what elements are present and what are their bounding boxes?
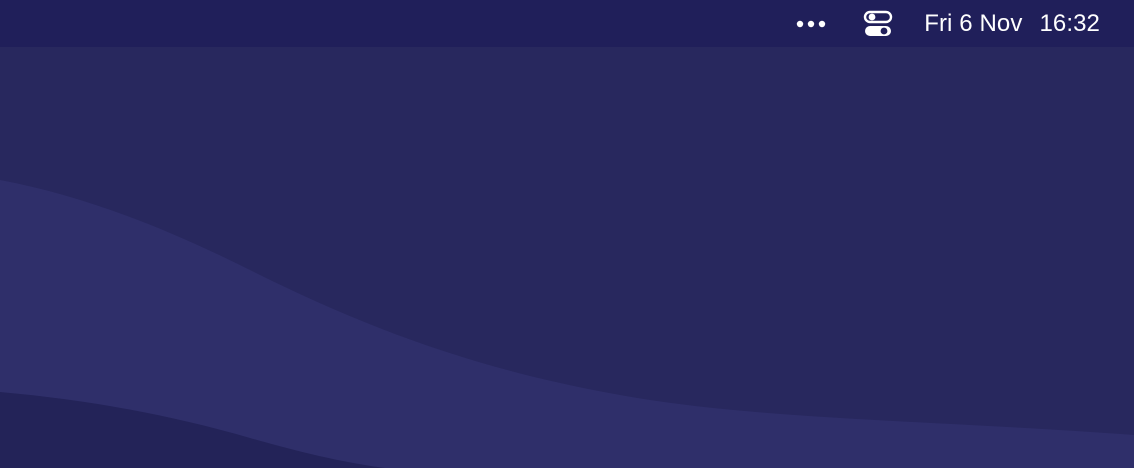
desktop: Fri 6 Nov 16:32 bbox=[0, 0, 1134, 468]
menu-date: Fri 6 Nov bbox=[924, 9, 1023, 37]
menu-bar: Fri 6 Nov 16:32 bbox=[0, 0, 1134, 47]
control-center-icon bbox=[863, 10, 893, 38]
date-time-menu[interactable]: Fri 6 Nov 16:32 bbox=[924, 0, 1100, 47]
more-options-icon bbox=[795, 18, 829, 30]
menu-time: 16:32 bbox=[1039, 9, 1100, 37]
more-options-button[interactable] bbox=[794, 0, 830, 47]
desktop-wallpaper bbox=[0, 0, 1134, 468]
control-center-button[interactable] bbox=[862, 0, 894, 47]
menu-bar-status-area: Fri 6 Nov 16:32 bbox=[794, 0, 1100, 47]
